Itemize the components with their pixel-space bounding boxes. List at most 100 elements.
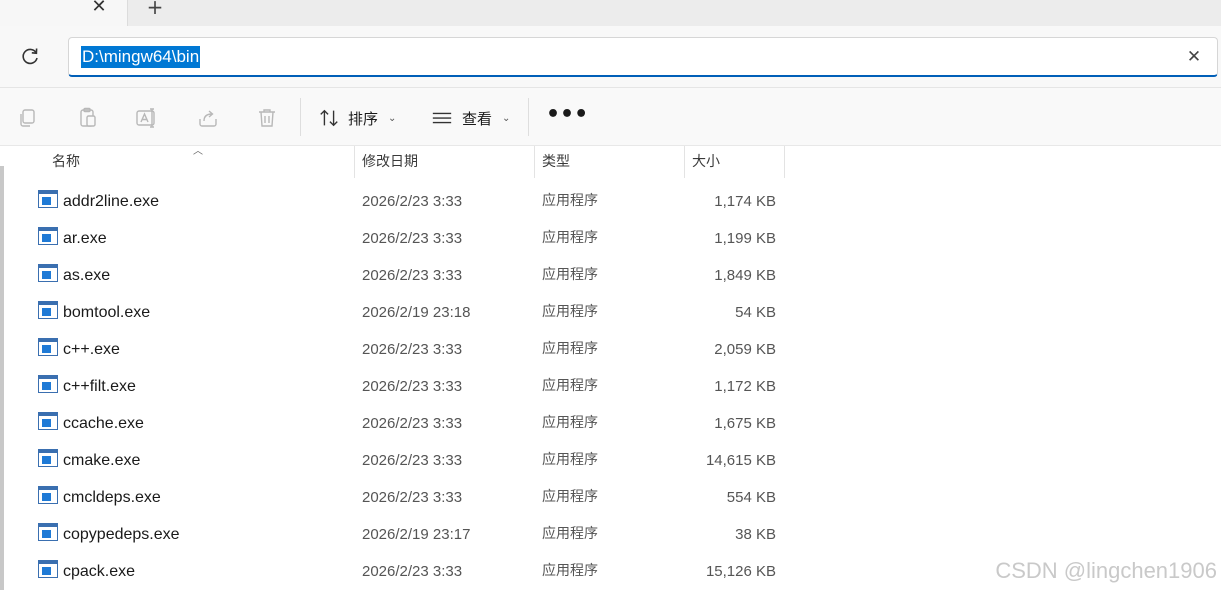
chevron-down-icon: ⌄	[388, 112, 397, 124]
file-date: 2026/2/19 23:18	[362, 304, 471, 321]
file-date: 2026/2/23 3:33	[362, 267, 463, 284]
close-tab-icon[interactable]: ✕	[88, 0, 110, 18]
file-name[interactable]: as.exe	[63, 257, 110, 294]
application-icon	[38, 301, 58, 319]
rename-icon[interactable]	[135, 106, 159, 130]
column-divider[interactable]	[784, 146, 785, 178]
view-list-icon	[432, 112, 452, 124]
application-icon	[38, 449, 58, 467]
file-name[interactable]: cpack.exe	[63, 553, 135, 590]
file-size: 2,059 KB	[714, 341, 776, 358]
file-size: 1,174 KB	[714, 193, 776, 210]
file-type: 应用程序	[542, 304, 598, 320]
file-type: 应用程序	[542, 452, 598, 468]
toolbar-divider	[528, 98, 529, 136]
table-row[interactable]: addr2line.exe 2026/2/23 3:33 应用程序 1,174 KB	[0, 183, 800, 220]
file-size: 1,849 KB	[714, 267, 776, 284]
column-header-size[interactable]: 大小	[684, 146, 784, 178]
file-name[interactable]: addr2line.exe	[63, 183, 159, 220]
table-row[interactable]: copypedeps.exe 2026/2/19 23:17 应用程序 38 KB	[0, 516, 800, 553]
file-type: 应用程序	[542, 193, 598, 209]
chevron-down-icon: ⌄	[502, 112, 511, 124]
file-type: 应用程序	[542, 489, 598, 505]
table-row[interactable]: bomtool.exe 2026/2/19 23:18 应用程序 54 KB	[0, 294, 800, 331]
active-tab[interactable]: ✕	[0, 0, 128, 26]
file-date: 2026/2/23 3:33	[362, 452, 463, 469]
table-row[interactable]: cmcldeps.exe 2026/2/23 3:33 应用程序 554 KB	[0, 479, 800, 516]
file-size: 14,615 KB	[705, 452, 776, 469]
file-date: 2026/2/23 3:33	[362, 341, 463, 358]
file-size: 54 KB	[735, 304, 776, 321]
file-date: 2026/2/23 3:33	[362, 193, 463, 210]
file-type: 应用程序	[542, 267, 598, 283]
file-type: 应用程序	[542, 378, 598, 394]
file-name[interactable]: c++.exe	[63, 331, 120, 368]
file-name[interactable]: cmake.exe	[63, 442, 140, 479]
file-type: 应用程序	[542, 341, 598, 357]
file-size: 38 KB	[735, 526, 776, 543]
column-header-name[interactable]: 名称	[44, 146, 354, 178]
file-name[interactable]: c++filt.exe	[63, 368, 136, 405]
sort-label: 排序	[348, 109, 379, 128]
file-type: 应用程序	[542, 563, 598, 579]
more-options-icon[interactable]: •••	[546, 102, 588, 134]
file-name[interactable]: cmcldeps.exe	[63, 479, 161, 516]
application-icon	[38, 190, 58, 208]
file-list: ︿ 名称 修改日期 类型 大小 addr2line.exe 2026/2/23 3…	[0, 146, 1221, 590]
file-type: 应用程序	[542, 526, 598, 542]
file-date: 2026/2/23 3:33	[362, 415, 463, 432]
file-type: 应用程序	[542, 415, 598, 431]
application-icon	[38, 486, 58, 504]
application-icon	[38, 375, 58, 393]
file-date: 2026/2/23 3:33	[362, 489, 463, 506]
sort-icon	[320, 109, 338, 127]
file-date: 2026/2/23 3:33	[362, 378, 463, 395]
view-label: 查看	[462, 109, 493, 128]
table-row[interactable]: c++.exe 2026/2/23 3:33 应用程序 2,059 KB	[0, 331, 800, 368]
application-icon	[38, 412, 58, 430]
tab-strip: ✕ +	[0, 0, 1221, 26]
file-size: 1,199 KB	[714, 230, 776, 247]
clear-address-icon[interactable]: ✕	[1183, 46, 1205, 68]
file-date: 2026/2/19 23:17	[362, 526, 471, 543]
sort-button[interactable]: 排序 ⌄	[318, 102, 396, 134]
toolbar-divider	[300, 98, 301, 136]
file-name[interactable]: ccache.exe	[63, 405, 144, 442]
file-type: 应用程序	[542, 230, 598, 246]
paste-icon[interactable]	[76, 106, 100, 130]
table-row[interactable]: ar.exe 2026/2/23 3:33 应用程序 1,199 KB	[0, 220, 800, 257]
file-name[interactable]: ar.exe	[63, 220, 107, 257]
refresh-icon[interactable]	[18, 45, 42, 69]
file-date: 2026/2/23 3:33	[362, 230, 463, 247]
application-icon	[38, 523, 58, 541]
table-row[interactable]: cpack.exe 2026/2/23 3:33 应用程序 15,126 KB	[0, 553, 800, 590]
share-icon[interactable]	[196, 106, 220, 130]
column-header-type[interactable]: 类型	[534, 146, 684, 178]
file-size: 15,126 KB	[705, 563, 776, 580]
file-date: 2026/2/23 3:33	[362, 563, 463, 580]
watermark: CSDN @lingchen1906	[995, 558, 1217, 583]
copy-icon[interactable]	[16, 106, 40, 130]
address-path[interactable]: D:\mingw64\bin	[81, 46, 201, 68]
delete-icon[interactable]	[255, 106, 279, 130]
new-tab-icon[interactable]: +	[144, 0, 166, 18]
file-size: 554 KB	[726, 489, 776, 506]
command-bar: 排序 ⌄ 查看 ⌄ •••	[0, 88, 1221, 146]
table-row[interactable]: c++filt.exe 2026/2/23 3:33 应用程序 1,172 KB	[0, 368, 800, 405]
address-row: D:\mingw64\bin ✕	[0, 26, 1221, 88]
table-row[interactable]: as.exe 2026/2/23 3:33 应用程序 1,849 KB	[0, 257, 800, 294]
file-size: 1,172 KB	[714, 378, 776, 395]
file-name[interactable]: bomtool.exe	[63, 294, 150, 331]
application-icon	[38, 264, 58, 282]
table-row[interactable]: cmake.exe 2026/2/23 3:33 应用程序 14,615 KB	[0, 442, 800, 479]
file-name[interactable]: copypedeps.exe	[63, 516, 180, 553]
table-row[interactable]: ccache.exe 2026/2/23 3:33 应用程序 1,675 KB	[0, 405, 800, 442]
view-button[interactable]: 查看 ⌄	[430, 102, 510, 134]
file-size: 1,675 KB	[714, 415, 776, 432]
application-icon	[38, 227, 58, 245]
application-icon	[38, 560, 58, 578]
column-header-date[interactable]: 修改日期	[354, 146, 534, 178]
column-header-row: ︿ 名称 修改日期 类型 大小	[0, 146, 1221, 178]
address-bar[interactable]: D:\mingw64\bin ✕	[68, 37, 1218, 77]
application-icon	[38, 338, 58, 356]
